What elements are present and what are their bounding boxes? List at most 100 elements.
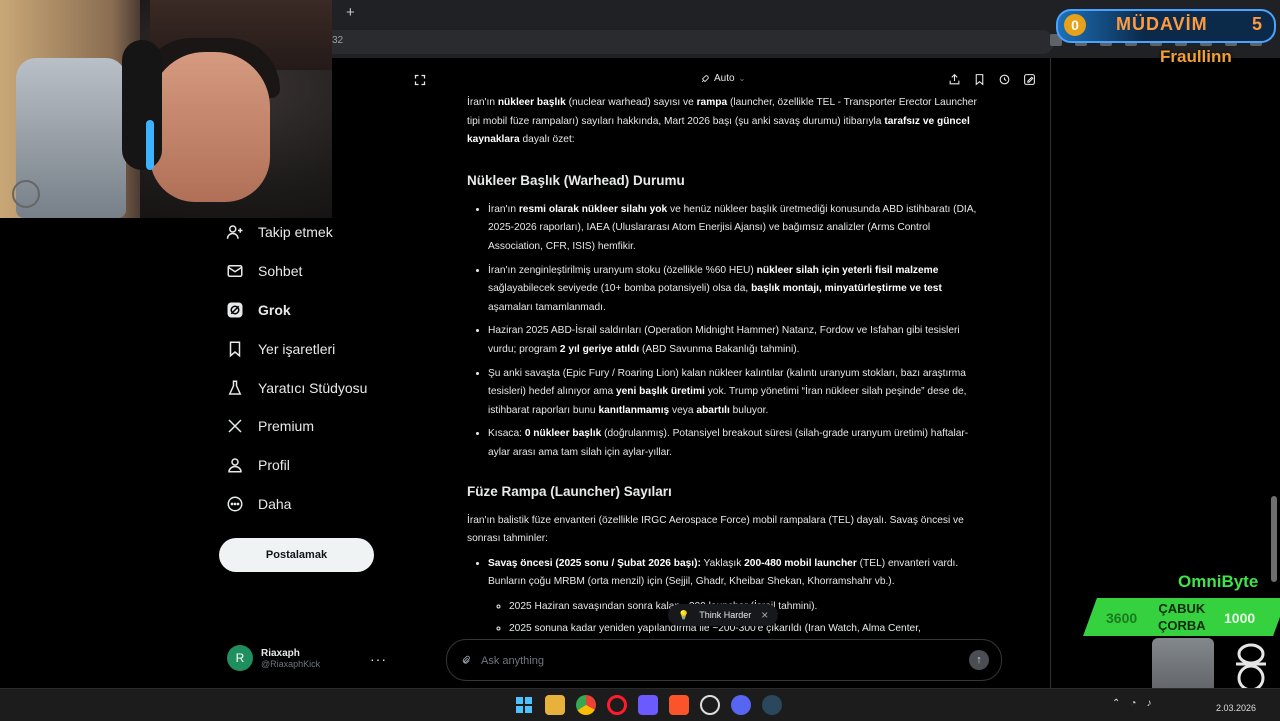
new-tab-button[interactable]: + — [346, 4, 355, 21]
mail-icon — [227, 265, 243, 277]
taskbar: ⌃ ◔ ♪ 2.03.2026 — [0, 688, 1280, 721]
list-item: Kısaca: 0 nükleer başlık (doğrulanmış). … — [488, 425, 983, 462]
goal-left-value: 3600 — [1106, 610, 1138, 626]
bold-text: Savaş öncesi (2025 sonu / Şubat 2026 baş… — [488, 557, 701, 569]
goal-title: ÇABUK ÇORBA — [1158, 600, 1206, 634]
brave-icon[interactable] — [669, 695, 689, 715]
nav-item-more[interactable]: Daha — [226, 489, 291, 519]
discord-icon[interactable] — [731, 695, 751, 715]
nav-item-chat[interactable]: Sohbet — [226, 256, 302, 286]
send-button[interactable]: ↑ — [969, 650, 989, 670]
account-more-icon[interactable]: ··· — [370, 651, 387, 667]
streamer-face — [150, 52, 270, 202]
bold-text: 2 yıl geriye atıldı — [559, 343, 640, 355]
composer: ↑ — [446, 639, 1002, 681]
bookmark-icon — [229, 341, 241, 358]
person-add-icon — [226, 225, 243, 239]
list-item: Savaş öncesi (2025 sonu / Şubat 2026 baş… — [488, 555, 983, 639]
post-button[interactable]: Postalamak — [219, 538, 374, 572]
nav-label: Profil — [258, 457, 290, 473]
headset — [122, 40, 162, 170]
rocket-icon — [701, 74, 709, 82]
response-content: İran'ın nükleer başlık (nuclear warhead)… — [467, 94, 983, 644]
avatar: R — [227, 645, 253, 671]
list-item: Şu anki savaşta (Epic Fury / Roaring Lio… — [488, 365, 983, 421]
nav-item-creator-studio[interactable]: Yaratıcı Stüdyosu — [226, 373, 367, 403]
nav-item-follow[interactable]: Takip etmek — [226, 217, 333, 247]
supporter-name-overlay: OmniByte — [1178, 572, 1259, 591]
bold-text: resmi olarak nükleer silahı yok — [518, 203, 668, 215]
clock-date: 2.03.2026 — [1216, 703, 1257, 713]
x-logo-icon — [228, 419, 242, 433]
nav-item-grok[interactable]: Grok — [226, 295, 291, 325]
expand-icon[interactable] — [414, 74, 426, 86]
wifi-icon[interactable]: ◔ — [1130, 698, 1136, 709]
mode-selector[interactable]: Auto ⌄ — [700, 73, 745, 84]
nav-label: Grok — [258, 302, 291, 318]
follower-name-overlay: Fraullinn — [1160, 47, 1232, 66]
bold-text: kanıtlanmamış — [598, 404, 670, 416]
steam-icon[interactable] — [762, 695, 782, 715]
person-icon — [228, 458, 242, 473]
mode-label: Auto — [714, 73, 735, 84]
volume-icon[interactable]: ♪ — [1146, 698, 1151, 709]
toolbar-actions — [948, 73, 1036, 86]
bookmark-icon[interactable] — [973, 73, 986, 86]
taskbar-apps — [514, 695, 782, 715]
section-intro: İran'ın balistik füze envanteri (özellik… — [467, 514, 964, 545]
lightbulb-icon: 💡 — [678, 609, 690, 620]
opera-icon[interactable] — [607, 695, 627, 715]
nav-label: Takip etmek — [258, 224, 333, 240]
chevron-down-icon: ⌄ — [738, 74, 746, 83]
ask-input[interactable] — [479, 652, 953, 670]
right-empty-area — [1051, 58, 1280, 688]
share-icon[interactable] — [948, 73, 961, 86]
account-switcher[interactable]: R Riaxaph @RiaxaphKick — [227, 645, 320, 671]
goal-right-value: 1000 — [1224, 610, 1256, 626]
nav-label: Daha — [258, 496, 292, 512]
bold-text: 0 nükleer başlık — [524, 428, 602, 440]
close-icon[interactable]: × — [761, 608, 768, 622]
bold-text: başlık montajı, minyatürleştirme ve test — [751, 283, 942, 295]
account-handle: @RiaxaphKick — [261, 658, 321, 669]
history-icon[interactable] — [998, 73, 1011, 86]
goal-title-line: ÇORBA — [1158, 618, 1206, 633]
goal-title-line: ÇABUK — [1158, 601, 1206, 616]
list-item: İran'ın zenginleştirilmiş uranyum stoku … — [488, 262, 983, 318]
account-name: Riaxaph — [261, 647, 300, 659]
file-explorer-icon[interactable] — [545, 695, 565, 715]
chevron-up-icon[interactable]: ⌃ — [1112, 698, 1120, 709]
nav-item-premium[interactable]: Premium — [226, 411, 314, 441]
response-intro: İran'ın nükleer başlık (nuclear warhead)… — [467, 97, 977, 146]
edit-icon[interactable] — [1023, 73, 1036, 86]
scrollbar[interactable] — [1269, 58, 1279, 688]
list-item: Haziran 2025 ABD-İsrail saldırıları (Ope… — [488, 322, 983, 359]
attach-icon[interactable] — [461, 654, 471, 666]
nav-label: Sohbet — [258, 263, 303, 279]
chrome-icon[interactable] — [576, 695, 596, 715]
webcam-logo — [12, 180, 40, 208]
nav-item-bookmarks[interactable]: Yer işaretleri — [226, 334, 335, 364]
think-harder-label: Think Harder — [699, 610, 752, 620]
address-text: 32 — [332, 35, 344, 46]
scroll-thumb[interactable] — [1271, 496, 1277, 582]
bold-text: yeni başlık üretimi — [615, 386, 705, 398]
nav-item-profile[interactable]: Profil — [226, 450, 290, 480]
bold-text: abartılı — [696, 404, 730, 416]
windows-start-icon[interactable] — [514, 695, 534, 715]
grok-main-panel: Auto ⌄ İran'ın nükleer başlık (nuclear w… — [398, 58, 1051, 688]
bold-text: nükleer başlık — [497, 97, 566, 108]
nav-label: Yer işaretleri — [258, 341, 336, 357]
app-icon[interactable] — [638, 695, 658, 715]
list-item: İran'ın resmi olarak nükleer silahı yok … — [488, 201, 983, 257]
webcam-overlay — [0, 0, 332, 218]
bold-text: rampa — [696, 97, 728, 108]
address-bar[interactable]: 32 — [332, 30, 1054, 54]
grok-icon — [227, 302, 243, 318]
think-harder-chip[interactable]: 💡 Think Harder × — [668, 604, 779, 626]
bullet-list: Savaş öncesi (2025 sonu / Şubat 2026 baş… — [467, 555, 983, 639]
chatgpt-icon[interactable] — [700, 695, 720, 715]
mudavim-overlay: 0 MÜDAVİM 5 — [1056, 9, 1276, 43]
bullet-list: İran'ın resmi olarak nükleer silahı yok … — [467, 201, 983, 463]
mudavim-count: 5 — [1252, 14, 1263, 34]
